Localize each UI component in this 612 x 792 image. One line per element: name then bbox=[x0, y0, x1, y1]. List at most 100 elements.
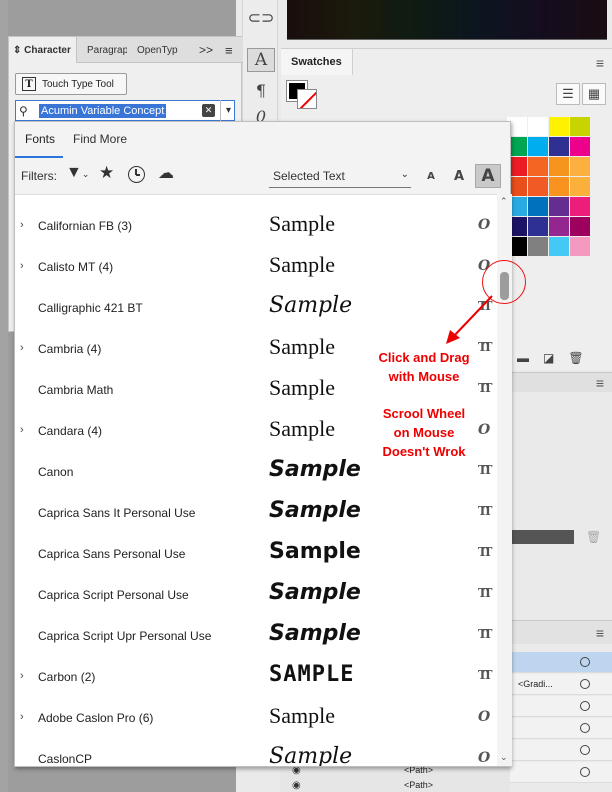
swatch-1[interactable] bbox=[528, 117, 548, 136]
scroll-down-icon[interactable]: ⌄ bbox=[500, 752, 508, 763]
tab-fonts[interactable]: Fonts bbox=[25, 132, 55, 146]
font-row[interactable]: › Californian FB (3) Sample O bbox=[15, 205, 497, 246]
layer-row[interactable] bbox=[510, 696, 612, 717]
eye-icon[interactable]: ◉ bbox=[292, 780, 301, 791]
links-icon[interactable]: ⊂⊃ bbox=[247, 6, 275, 30]
trash-icon[interactable]: 🗑 bbox=[586, 530, 601, 544]
font-row[interactable]: Caprica Script Personal Use Sample TT bbox=[15, 574, 497, 615]
size-medium-button[interactable]: A bbox=[451, 164, 467, 188]
font-sample: Sample bbox=[269, 621, 361, 646]
layer-row[interactable] bbox=[510, 740, 612, 761]
stroke-none-swatch[interactable] bbox=[297, 89, 317, 109]
chevron-down-icon[interactable]: ▾ bbox=[220, 100, 236, 121]
swatch-17[interactable] bbox=[528, 197, 548, 216]
font-list[interactable]: › Californian FB (3) Sample O › Calisto MT (4… bbox=[15, 194, 497, 766]
font-row[interactable]: › Adobe Caslon Pro (6) Sample O bbox=[15, 697, 497, 738]
panel-menu-icon[interactable]: ≡ bbox=[596, 375, 604, 391]
layer-row[interactable] bbox=[510, 718, 612, 739]
swatch-11[interactable] bbox=[570, 157, 590, 176]
character-styles-icon[interactable]: A bbox=[247, 48, 275, 72]
paragraph-icon[interactable]: ¶ bbox=[247, 78, 275, 102]
expand-arrow-icon[interactable]: › bbox=[20, 424, 24, 436]
layer-row[interactable] bbox=[510, 652, 612, 673]
tab-find-more[interactable]: Find More bbox=[73, 132, 127, 146]
font-row[interactable]: Caprica Script Upr Personal Use Sample TT bbox=[15, 615, 497, 656]
panel-menu-icon[interactable]: ≡ bbox=[596, 625, 604, 641]
swatch-22[interactable] bbox=[549, 217, 569, 236]
panel-tabs: ⇕ Character Paragrap OpenTyp >> ≡ bbox=[9, 37, 243, 63]
panel-menu-icon[interactable]: ≡ bbox=[221, 37, 237, 63]
list-view-icon[interactable]: ☰ bbox=[556, 83, 580, 105]
new-swatch-icon[interactable]: ◪ bbox=[543, 351, 554, 365]
swatch-2[interactable] bbox=[549, 117, 569, 136]
target-circle-icon[interactable] bbox=[580, 723, 590, 733]
swatch-10[interactable] bbox=[549, 157, 569, 176]
target-circle-icon[interactable] bbox=[580, 767, 590, 777]
font-sample: Sample bbox=[269, 703, 335, 728]
target-circle-icon[interactable] bbox=[580, 657, 590, 667]
swatch-23[interactable] bbox=[570, 217, 590, 236]
tab-opentype[interactable]: OpenTyp bbox=[133, 37, 181, 63]
swatch-27[interactable] bbox=[570, 237, 590, 256]
clock-icon[interactable] bbox=[128, 166, 145, 183]
opentype-icon: O bbox=[478, 709, 491, 725]
star-icon[interactable]: ★ bbox=[99, 163, 114, 183]
swatch-18[interactable] bbox=[549, 197, 569, 216]
tab-character[interactable]: ⇕ Character bbox=[9, 37, 77, 63]
font-sample: Sample bbox=[269, 334, 335, 359]
swatch-25[interactable] bbox=[528, 237, 548, 256]
target-circle-icon[interactable] bbox=[580, 701, 590, 711]
font-family-input[interactable]: ⚲ Acumin Variable Concept ✕ ▾ bbox=[15, 100, 235, 121]
font-row[interactable]: CaslonCP Sample O bbox=[15, 738, 497, 766]
swatch-5[interactable] bbox=[528, 137, 548, 156]
cloud-check-icon[interactable]: ☁ bbox=[158, 163, 174, 183]
fill-stroke-indicator[interactable] bbox=[286, 80, 323, 111]
expand-arrow-icon[interactable]: › bbox=[20, 342, 24, 354]
font-row[interactable]: Caprica Sans It Personal Use Sample TT bbox=[15, 492, 497, 533]
font-sample: Sample bbox=[269, 375, 335, 400]
swatches-tab[interactable]: Swatches bbox=[281, 49, 353, 75]
swatch-26[interactable] bbox=[549, 237, 569, 256]
preview-text-select[interactable]: Selected Text ⌄ bbox=[269, 166, 411, 188]
search-icon[interactable]: ⚲ bbox=[19, 104, 28, 118]
expand-arrow-icon[interactable]: › bbox=[20, 260, 24, 272]
font-row[interactable]: › Carbon (2) SAMPLE TT bbox=[15, 656, 497, 697]
gradient-bar[interactable] bbox=[510, 530, 574, 544]
expand-arrow-icon[interactable]: › bbox=[20, 219, 24, 231]
swatch-6[interactable] bbox=[549, 137, 569, 156]
layer-row[interactable]: <Gradi... bbox=[510, 674, 612, 695]
filter-icon[interactable]: ▼⌄ bbox=[66, 164, 89, 182]
swatch-9[interactable] bbox=[528, 157, 548, 176]
filters-label: Filters: bbox=[21, 169, 57, 183]
color-spectrum[interactable] bbox=[287, 0, 607, 40]
dropdown-tabs: Fonts Find More bbox=[15, 122, 510, 160]
layer-row[interactable] bbox=[510, 762, 612, 783]
panel-menu-icon[interactable]: ≡ bbox=[596, 55, 604, 71]
tab-paragraph[interactable]: Paragrap bbox=[83, 37, 127, 63]
scroll-up-icon[interactable]: ⌃ bbox=[500, 196, 508, 207]
size-small-button[interactable]: A bbox=[425, 164, 437, 188]
swatch-15[interactable] bbox=[570, 177, 590, 196]
expand-arrow-icon[interactable]: › bbox=[20, 711, 24, 723]
swatch-13[interactable] bbox=[528, 177, 548, 196]
font-family-value[interactable]: Acumin Variable Concept bbox=[39, 104, 167, 118]
swatch-3[interactable] bbox=[570, 117, 590, 136]
swatch-19[interactable] bbox=[570, 197, 590, 216]
more-tabs-icon[interactable]: >> bbox=[195, 37, 213, 63]
font-name: Caprica Script Upr Personal Use bbox=[38, 629, 212, 643]
expand-arrow-icon[interactable]: › bbox=[20, 670, 24, 682]
swatch-21[interactable] bbox=[528, 217, 548, 236]
touch-type-tool-button[interactable]: T Touch Type Tool bbox=[15, 73, 127, 95]
target-circle-icon[interactable] bbox=[580, 745, 590, 755]
size-large-button[interactable]: A bbox=[475, 164, 501, 188]
trash-icon[interactable]: 🗑 bbox=[568, 351, 583, 365]
new-group-icon[interactable]: ▬ bbox=[517, 351, 529, 365]
swatch-7[interactable] bbox=[570, 137, 590, 156]
font-row[interactable]: Calligraphic 421 BTSampleTT bbox=[15, 287, 497, 328]
grid-view-icon[interactable]: ▦ bbox=[582, 83, 606, 105]
font-row[interactable]: › Calisto MT (4) Sample O bbox=[15, 246, 497, 287]
target-circle-icon[interactable] bbox=[580, 679, 590, 689]
font-row[interactable]: Caprica Sans Personal Use Sample TT bbox=[15, 533, 497, 574]
clear-icon[interactable]: ✕ bbox=[202, 104, 215, 117]
swatch-14[interactable] bbox=[549, 177, 569, 196]
